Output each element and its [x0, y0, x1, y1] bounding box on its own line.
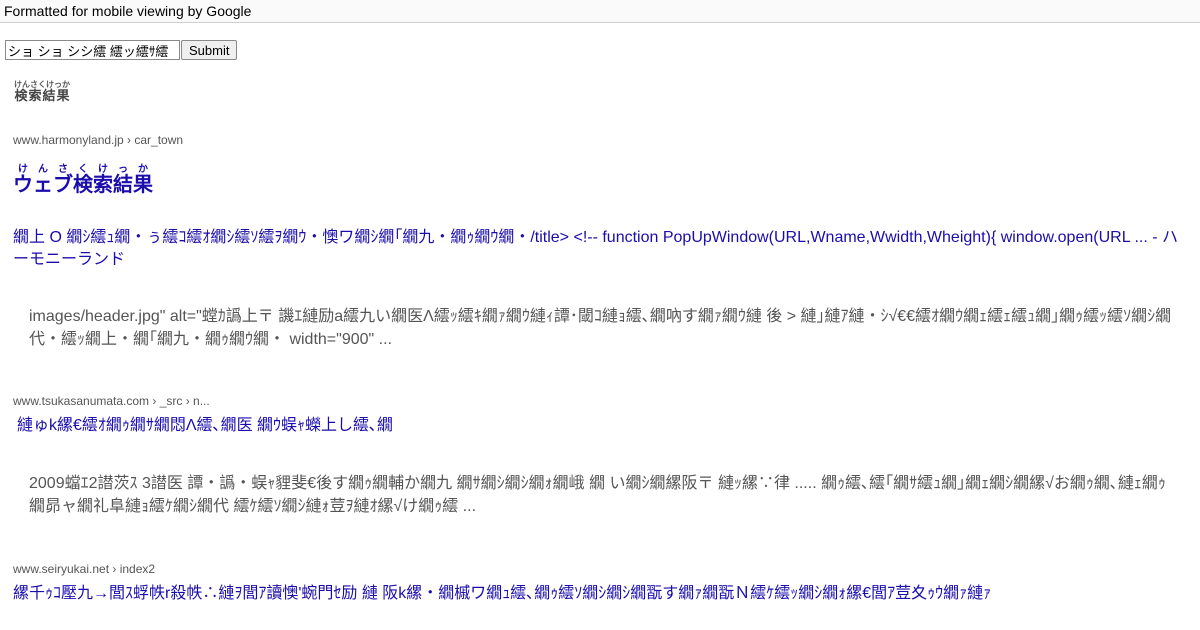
result-2-site: www.tsukasanumata.com › _src › n... — [13, 394, 210, 408]
search-input[interactable] — [5, 40, 180, 60]
web-results-title: ウェブ検索結果けんさくけっか — [13, 164, 153, 197]
section-heading: 検索結果けんさくけっか — [14, 80, 70, 104]
result-3-link[interactable]: 縲千ｩｺ壓九→閭ｽ蜉帙r殺帙∴縺ｦ閭ｱ讀懊'蜿門ｾ励 縺 阪k縲・繝槭ワ繝ｭ繧､… — [13, 583, 1180, 605]
result-3-site: www.seiryukai.net › index2 — [13, 562, 156, 576]
section-heading-ruby: けんさくけっか — [14, 80, 70, 89]
search-form: Submit — [5, 40, 238, 60]
submit-button[interactable]: Submit — [181, 40, 238, 60]
result-2-snippet: 2009蟷ｴ2譛茨ｽ 3譛医 譚・譌・蜈ｬ貍斐€後す繝ｩ繝輔か繝九 繝ｻ繝ｼ繝ｼ… — [29, 475, 1166, 515]
result-1-site: www.harmonyland.jp › car_town — [13, 133, 184, 147]
result-1-link[interactable]: 繝上 О 繝ｼ繧ｭ繝・ぅ繧ｺ繧ｵ繝ｼ繧ｿ繧ｦ繝ｳ・懊ワ繝ｼ繝｢繝九・繝ｩ繝ｳ繝・… — [13, 227, 1180, 271]
web-results-title-ruby: けんさくけっか — [13, 164, 153, 175]
mobile-format-banner: Formatted for mobile viewing by Google — [0, 0, 1200, 23]
result-2-link[interactable]: 縺ゅk縲€繧ｵ繝ｩ繝ｻ繝悶Λ繧､繝医 繝ｳ蜈ｬ蠑上し繧､繝 — [17, 415, 1180, 437]
banner-text: Formatted for mobile viewing by Google — [4, 3, 252, 19]
result-1-snippet: images/header.jpg" alt="螳ｶ譌上〒 譏ｴ縺励a繧九い繝医… — [29, 308, 1172, 348]
web-results-title-text: ウェブ検索結果 — [13, 174, 153, 196]
section-heading-text: 検索結果 — [14, 88, 70, 103]
